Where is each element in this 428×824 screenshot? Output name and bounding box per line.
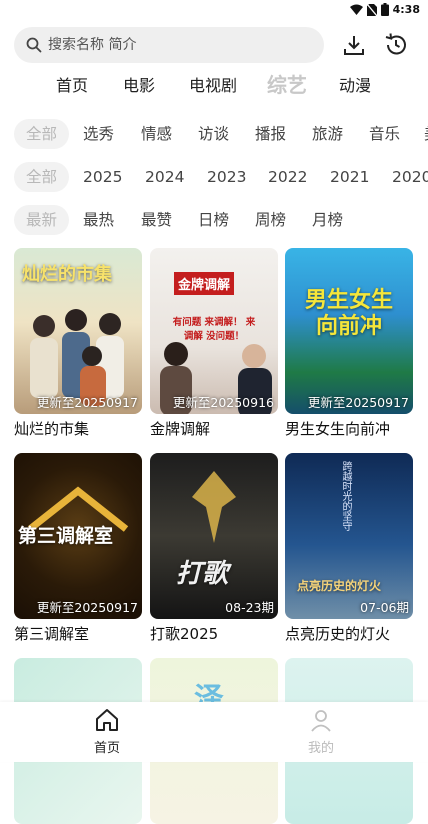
bottom-navigation: 首页 我的: [0, 702, 428, 762]
poster-image: 男生女生向前冲 更新至20250917: [285, 248, 413, 414]
genre-filter-row: 全部 选秀 情感 访谈 播报 旅游 音乐 美: [0, 119, 428, 151]
poster-title: 金牌调解: [174, 272, 235, 295]
sort-chip[interactable]: 最热: [83, 205, 114, 235]
tab-anime[interactable]: 动漫: [339, 72, 371, 96]
genre-chip[interactable]: 情感: [141, 119, 172, 149]
card-title: 点亮历史的灯火: [285, 625, 391, 643]
year-chip[interactable]: 2022: [268, 162, 307, 192]
poster-image: 第三调解室 更新至20250917: [14, 453, 142, 619]
user-icon: [311, 710, 331, 732]
year-filter-row: 全部 2025 2024 2023 2022 2021 2020: [0, 162, 428, 194]
poster-image: 金牌调解 有问题 来调解！ 来调解 没问题！ 更新至20250916: [150, 248, 278, 414]
media-card[interactable]: 打歌 08-23期 打歌2025: [150, 453, 278, 644]
media-card[interactable]: 跨越时光的坚守 点亮历史的灯火 07-06期 点亮历史的灯火: [285, 453, 413, 644]
update-badge: 更新至20250917: [36, 600, 138, 615]
card-title: 灿烂的市集: [14, 420, 90, 438]
search-input[interactable]: [46, 36, 300, 54]
battery-icon: [380, 3, 389, 16]
poster-title: 男生女生向前冲: [304, 288, 393, 339]
poster-title: 第三调解室: [18, 525, 114, 547]
sort-chip[interactable]: 最赞: [141, 205, 172, 235]
card-title: 男生女生向前冲: [285, 420, 391, 438]
poster-title: 点亮历史的灯火: [297, 579, 382, 593]
year-chip[interactable]: 2024: [145, 162, 184, 192]
poster-subtitle: 跨越时光的坚守: [340, 461, 351, 531]
sort-chip[interactable]: 最新: [14, 205, 70, 235]
nav-home-label: 首页: [93, 741, 120, 756]
genre-chip[interactable]: 音乐: [369, 119, 400, 149]
media-card[interactable]: 男生女生向前冲 更新至20250917 男生女生向前冲: [285, 248, 413, 439]
media-card[interactable]: 第三调解室 更新至20250917 第三调解室: [14, 453, 142, 644]
no-sim-icon: [366, 3, 377, 16]
year-chip[interactable]: 2023: [207, 162, 246, 192]
genre-chip[interactable]: 旅游: [312, 119, 343, 149]
tab-home[interactable]: 首页: [56, 72, 88, 96]
genre-chip[interactable]: 美: [424, 119, 428, 149]
tab-tv[interactable]: 电视剧: [189, 72, 237, 96]
update-badge: 07-06期: [360, 600, 409, 615]
nav-mine[interactable]: 我的: [291, 708, 351, 756]
genre-chip[interactable]: 播报: [255, 119, 286, 149]
genre-chip[interactable]: 选秀: [83, 119, 114, 149]
status-bar: 4:38: [0, 0, 428, 20]
update-badge: 更新至20250916: [172, 395, 274, 410]
poster-image: 打歌 08-23期: [150, 453, 278, 619]
tab-movie[interactable]: 电影: [123, 72, 155, 96]
card-title: 第三调解室: [14, 625, 90, 643]
update-badge: 更新至20250917: [307, 395, 409, 410]
sort-filter-row: 最新 最热 最赞 日榜 周榜 月榜: [0, 205, 428, 237]
year-chip[interactable]: 2021: [330, 162, 369, 192]
update-badge: 更新至20250917: [36, 395, 138, 410]
home-icon: [96, 709, 118, 731]
year-chip[interactable]: 全部: [14, 162, 70, 192]
year-chip[interactable]: 2020: [392, 162, 428, 192]
genre-chip[interactable]: 访谈: [198, 119, 229, 149]
update-badge: 08-23期: [225, 600, 274, 615]
poster-title: 打歌: [176, 559, 229, 589]
history-button[interactable]: [382, 31, 410, 59]
media-card[interactable]: 金牌调解 有问题 来调解！ 来调解 没问题！ 更新至20250916 金牌调解: [150, 248, 278, 439]
nav-mine-label: 我的: [307, 741, 334, 756]
poster-image: 灿烂的市集 更新至20250917: [14, 248, 142, 414]
wifi-icon: [349, 4, 363, 15]
trophy-graphic: [192, 471, 236, 543]
nav-home[interactable]: 首页: [77, 708, 137, 756]
card-title: 打歌2025: [150, 625, 219, 643]
history-icon: [385, 33, 406, 55]
clock: 4:38: [392, 3, 420, 16]
sort-chip[interactable]: 月榜: [312, 205, 343, 235]
sort-chip[interactable]: 日榜: [198, 205, 229, 235]
category-tabs: 首页 电影 电视剧 综艺 动漫: [0, 72, 428, 102]
search-bar[interactable]: [14, 27, 324, 63]
card-title: 金牌调解: [150, 420, 211, 438]
year-chip[interactable]: 2025: [83, 162, 122, 192]
poster-title: 灿烂的市集: [22, 264, 112, 285]
genre-chip[interactable]: 全部: [14, 119, 70, 149]
media-card[interactable]: 灿烂的市集 更新至20250917 灿烂的市集: [14, 248, 142, 439]
download-button[interactable]: [340, 31, 368, 59]
sort-chip[interactable]: 周榜: [255, 205, 286, 235]
poster-image: 跨越时光的坚守 点亮历史的灯火 07-06期: [285, 453, 413, 619]
tab-variety[interactable]: 综艺: [267, 69, 307, 98]
download-icon: [344, 36, 364, 55]
search-icon: [26, 37, 42, 53]
